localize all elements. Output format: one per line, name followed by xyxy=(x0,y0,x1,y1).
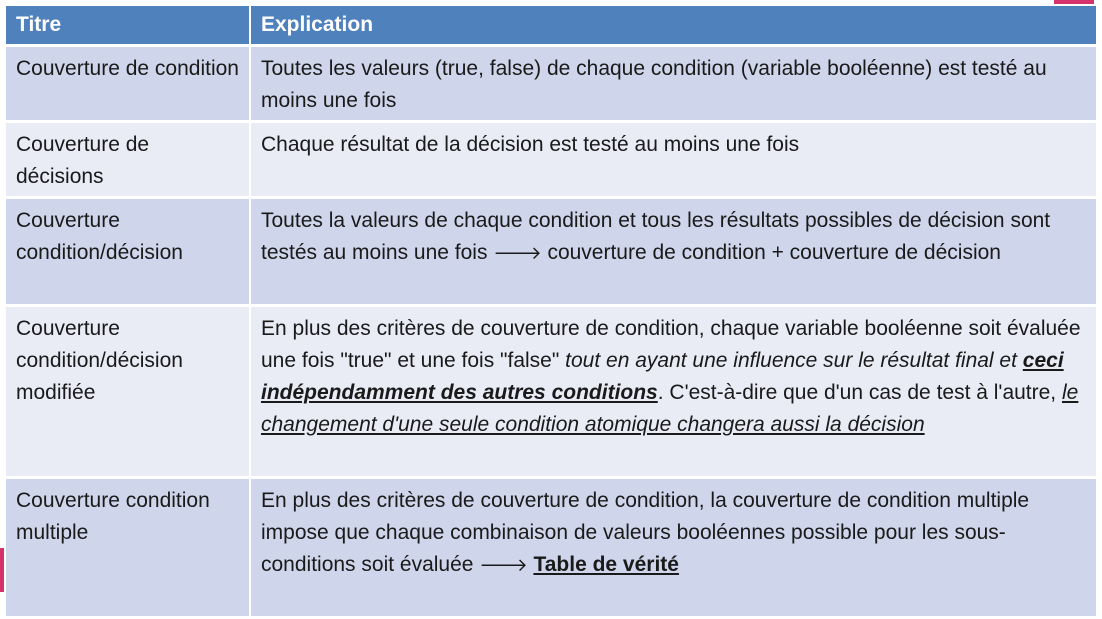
row-explanation: Chaque résultat de la décision est testé… xyxy=(250,121,1096,199)
explanation-text-2: . C'est-à-dire que d'un cas de test à l'… xyxy=(657,381,1062,404)
row-title: Couverture de décisions xyxy=(6,121,251,199)
row-title: Couverture de condition xyxy=(6,45,251,123)
table-row: Couverture condition/décision Toutes la … xyxy=(6,197,1096,307)
table-header-row: Titre Explication xyxy=(6,6,1096,47)
row-explanation: Toutes la valeurs de chaque condition et… xyxy=(250,197,1096,307)
row-title: Couverture condition/décision xyxy=(6,197,251,307)
decorative-accent-bar-left xyxy=(0,548,4,592)
table-row: Couverture condition multiple En plus de… xyxy=(6,477,1096,619)
row-title: Couverture condition/décision modifiée xyxy=(6,305,251,479)
truth-table-label: Table de vérité xyxy=(533,553,679,576)
header-titre: Titre xyxy=(6,6,251,47)
row-explanation: En plus des critères de couverture de co… xyxy=(250,305,1096,479)
table-row: Couverture condition/décision modifiée E… xyxy=(6,305,1096,479)
arrow-right-icon: 🡒 xyxy=(493,243,542,264)
explanation-italic: tout en ayant une influence sur le résul… xyxy=(565,349,1023,372)
table-row: Couverture de condition Toutes les valeu… xyxy=(6,45,1096,123)
coverage-criteria-table: Titre Explication Couverture de conditio… xyxy=(6,6,1096,619)
explanation-text-after: couverture de condition + couverture de … xyxy=(547,241,1001,264)
row-title: Couverture condition multiple xyxy=(6,477,251,619)
table-row: Couverture de décisions Chaque résultat … xyxy=(6,121,1096,199)
arrow-right-icon: 🡒 xyxy=(479,555,528,576)
header-explication: Explication xyxy=(250,6,1096,47)
decorative-accent-bar-top xyxy=(1054,0,1094,4)
row-explanation: En plus des critères de couverture de co… xyxy=(250,477,1096,619)
row-explanation: Toutes les valeurs (true, false) de chaq… xyxy=(250,45,1096,123)
